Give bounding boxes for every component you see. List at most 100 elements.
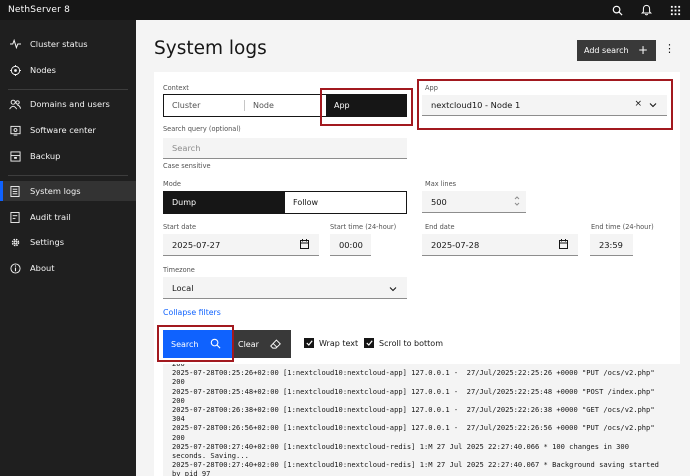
sidebar-item-system-logs[interactable]: System logs bbox=[0, 181, 136, 201]
log-line: 200 bbox=[172, 395, 185, 405]
log-line: 2025-07-28T00:27:40+02:00 [1:nextcloud10… bbox=[172, 441, 629, 451]
gear-icon bbox=[0, 237, 30, 248]
search-icon[interactable] bbox=[603, 0, 632, 20]
sidebar-item-label: Settings bbox=[30, 237, 65, 247]
audit-icon bbox=[0, 211, 30, 223]
log-lines: 2002025-07-28T00:25:26+02:00 [1:nextclou… bbox=[172, 364, 659, 476]
mode-option-follow[interactable]: Follow bbox=[285, 192, 406, 213]
wrap-text-label: Wrap text bbox=[319, 338, 359, 348]
end-date-label: End date bbox=[425, 223, 455, 231]
software-icon bbox=[0, 125, 30, 136]
checkmark-icon bbox=[304, 338, 314, 348]
top-header: NethServer 8 bbox=[0, 0, 690, 20]
clear-button[interactable]: Clear bbox=[229, 330, 291, 358]
case-sensitive-label[interactable]: Case sensitive bbox=[163, 162, 211, 170]
backup-icon bbox=[0, 150, 30, 162]
log-line: 200 bbox=[172, 377, 185, 387]
sidebar-item-cluster-status[interactable]: Cluster status bbox=[0, 34, 136, 54]
sidebar-item-label: System logs bbox=[30, 186, 81, 196]
sidebar-divider bbox=[8, 89, 128, 90]
mode-switcher: Dump Follow bbox=[163, 191, 407, 214]
timezone-value: Local bbox=[172, 282, 194, 293]
sidebar-item-settings[interactable]: Settings bbox=[0, 232, 136, 252]
sidebar-item-label: Software center bbox=[30, 125, 96, 135]
checkmark-icon bbox=[364, 338, 374, 348]
context-option-node[interactable]: Node bbox=[245, 95, 326, 116]
scroll-to-bottom-label: Scroll to bottom bbox=[379, 338, 443, 348]
brand-name[interactable]: NethServer 8 bbox=[0, 5, 70, 15]
nodes-icon bbox=[0, 64, 30, 76]
start-date-input[interactable]: 2025-07-27 bbox=[163, 234, 319, 256]
clear-button-label: Clear bbox=[238, 339, 259, 349]
highlight-box bbox=[417, 79, 673, 130]
search-placeholder: Search bbox=[172, 143, 201, 153]
start-date-value: 2025-07-27 bbox=[172, 239, 221, 250]
context-label: Context bbox=[163, 84, 189, 92]
sidebar-item-label: Backup bbox=[30, 151, 61, 161]
log-line: 304 bbox=[172, 414, 185, 424]
timezone-select[interactable]: Local bbox=[163, 277, 407, 299]
scroll-to-bottom-checkbox[interactable]: Scroll to bottom bbox=[364, 338, 443, 348]
end-time-value: 23:59 bbox=[599, 239, 623, 250]
search-query-label: Search query (optional) bbox=[163, 125, 241, 133]
start-date-label: Start date bbox=[163, 223, 197, 231]
timezone-label: Timezone bbox=[163, 266, 195, 274]
calendar-icon[interactable] bbox=[300, 239, 309, 251]
sidebar-item-label: Cluster status bbox=[30, 39, 88, 49]
eraser-icon bbox=[270, 339, 281, 351]
max-lines-input[interactable]: 500 bbox=[422, 191, 526, 213]
log-line: 2025-07-28T00:26:38+02:00 [1:nextcloud10… bbox=[172, 405, 655, 415]
mode-option-dump[interactable]: Dump bbox=[164, 192, 285, 213]
highlight-box bbox=[320, 88, 413, 126]
search-input[interactable]: Search bbox=[163, 138, 407, 159]
sidebar-item-audit-trail[interactable]: Audit trail bbox=[0, 207, 136, 227]
wrap-text-checkbox[interactable]: Wrap text bbox=[304, 338, 358, 348]
max-lines-label: Max lines bbox=[425, 180, 457, 188]
log-line: 2025-07-28T00:27:40+02:00 [1:nextcloud10… bbox=[172, 460, 659, 470]
chevron-down-icon[interactable] bbox=[389, 284, 397, 294]
notification-icon[interactable] bbox=[632, 0, 661, 20]
overflow-menu-icon[interactable]: ⋮ bbox=[664, 42, 675, 55]
users-icon bbox=[0, 99, 30, 110]
sidebar-item-software-center[interactable]: Software center bbox=[0, 120, 136, 140]
activity-icon bbox=[0, 39, 30, 49]
log-line: 200 bbox=[172, 432, 185, 442]
end-date-input[interactable]: 2025-07-28 bbox=[422, 234, 578, 256]
start-time-value: 00:00 bbox=[339, 239, 363, 250]
end-date-value: 2025-07-28 bbox=[431, 239, 480, 250]
log-line: seconds. Saving... bbox=[172, 451, 249, 461]
end-time-input[interactable]: 23:59 bbox=[590, 234, 633, 256]
sidebar-item-label: Audit trail bbox=[30, 212, 71, 222]
sidebar-item-label: Domains and users bbox=[30, 99, 110, 109]
info-icon bbox=[0, 262, 30, 274]
sidebar-item-label: About bbox=[30, 263, 55, 273]
sidebar-item-nodes[interactable]: Nodes bbox=[0, 60, 136, 80]
sidebar-divider bbox=[8, 175, 128, 176]
log-line: 2025-07-28T00:26:56+02:00 [1:nextcloud10… bbox=[172, 423, 655, 433]
max-lines-value: 500 bbox=[431, 196, 447, 207]
sidebar-item-domains-and-users[interactable]: Domains and users bbox=[0, 94, 136, 114]
logs-icon bbox=[0, 185, 30, 197]
log-output[interactable]: 2002025-07-28T00:25:26+02:00 [1:nextclou… bbox=[163, 364, 680, 476]
context-option-cluster[interactable]: Cluster bbox=[164, 95, 245, 116]
add-search-button[interactable]: Add search + bbox=[577, 40, 656, 61]
highlight-box bbox=[157, 325, 234, 362]
mode-label: Mode bbox=[163, 180, 181, 188]
collapse-filters-link[interactable]: Collapse filters bbox=[163, 308, 221, 317]
log-line: by pid 97 bbox=[172, 469, 211, 476]
calendar-icon[interactable] bbox=[559, 239, 568, 251]
start-time-input[interactable]: 00:00 bbox=[330, 234, 371, 256]
number-stepper-icon[interactable] bbox=[514, 195, 520, 207]
log-line: 2025-07-28T00:25:48+02:00 [1:nextcloud10… bbox=[172, 386, 655, 396]
sidebar-item-about[interactable]: About bbox=[0, 258, 136, 278]
end-time-label: End time (24-hour) bbox=[591, 223, 654, 231]
sidebar: Cluster status Nodes Domains and users S… bbox=[0, 20, 136, 476]
plus-icon: + bbox=[637, 43, 648, 57]
add-search-label: Add search bbox=[584, 46, 629, 55]
start-time-label: Start time (24-hour) bbox=[330, 223, 397, 231]
page-title: System logs bbox=[154, 38, 267, 59]
log-line: 2025-07-28T00:25:26+02:00 [1:nextcloud10… bbox=[172, 368, 655, 378]
sidebar-item-backup[interactable]: Backup bbox=[0, 146, 136, 166]
sidebar-item-label: Nodes bbox=[30, 65, 56, 75]
app-switcher-icon[interactable] bbox=[661, 0, 690, 20]
